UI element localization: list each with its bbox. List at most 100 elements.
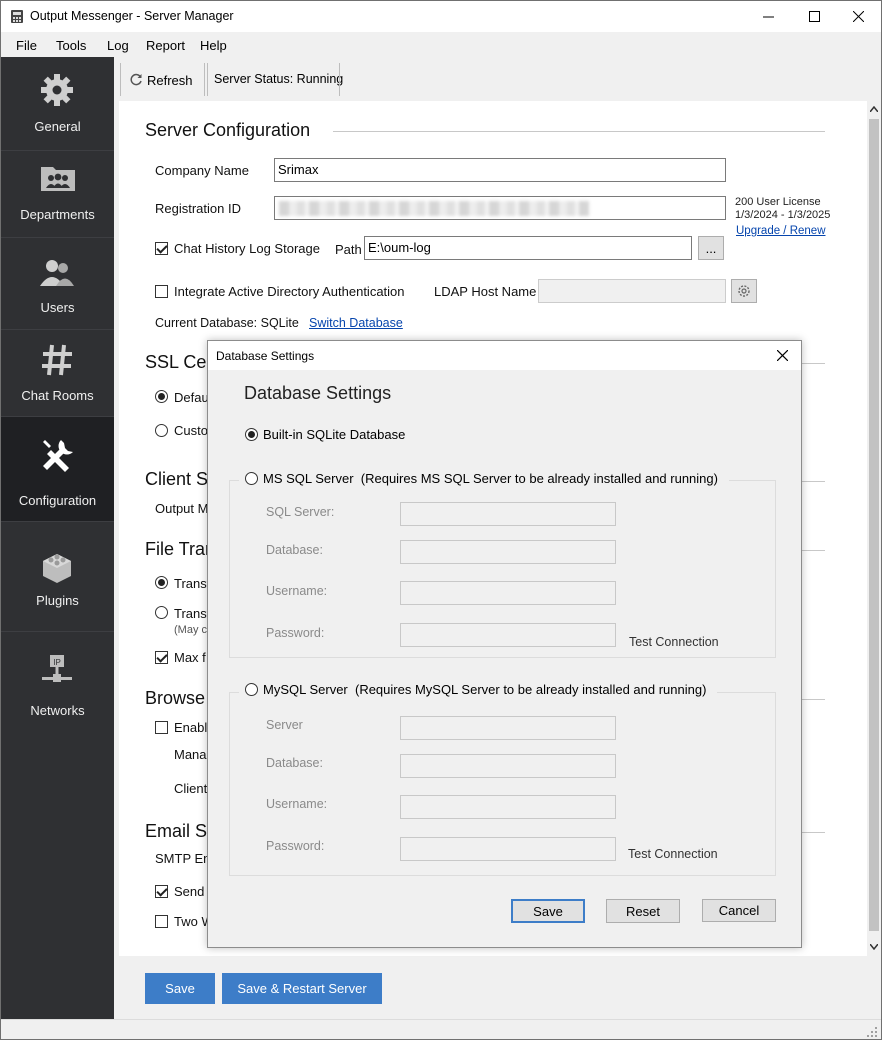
license-dates: 1/3/2024 - 1/3/2025 xyxy=(735,209,831,221)
menu-help[interactable]: Help xyxy=(200,38,227,53)
mssql-database-input[interactable] xyxy=(400,540,616,564)
sql-server-input[interactable] xyxy=(400,502,616,526)
menu-report[interactable]: Report xyxy=(146,38,185,53)
vertical-scrollbar[interactable] xyxy=(867,101,881,956)
section-divider xyxy=(801,363,825,364)
save-restart-button[interactable]: Save & Restart Server xyxy=(222,973,382,1004)
save-button[interactable]: Save xyxy=(145,973,215,1004)
minimize-icon xyxy=(762,16,774,18)
scroll-up-icon[interactable] xyxy=(870,106,878,112)
ssl-default-radio[interactable] xyxy=(155,390,168,403)
path-input[interactable]: E:\oum-log xyxy=(364,236,692,260)
sidebar-item-users[interactable]: Users xyxy=(1,238,114,330)
section-divider xyxy=(801,832,825,833)
browser-manager-label: Mana xyxy=(174,747,207,762)
maximize-button[interactable] xyxy=(791,1,837,32)
dialog-close-button[interactable] xyxy=(774,347,790,363)
maximize-icon xyxy=(808,11,820,22)
refresh-button[interactable]: Refresh xyxy=(129,71,193,89)
switch-database-link[interactable]: Switch Database xyxy=(309,316,403,330)
sidebar-item-configuration[interactable]: Configuration xyxy=(1,417,114,522)
mysql-password-input[interactable] xyxy=(400,837,616,861)
upgrade-renew-link[interactable]: Upgrade / Renew xyxy=(736,225,826,237)
section-title-browser: Browse xyxy=(145,688,206,708)
builtin-sqlite-radio[interactable] xyxy=(245,428,258,441)
scroll-down-icon[interactable] xyxy=(870,944,878,950)
minimize-button[interactable] xyxy=(745,1,791,32)
browse-button[interactable]: ... xyxy=(698,236,724,260)
section-title-server-configuration: Server Configuration xyxy=(145,120,311,140)
mysql-server-input[interactable] xyxy=(400,716,616,740)
sidebar-item-general[interactable]: General xyxy=(1,57,114,151)
departments-icon xyxy=(41,167,75,191)
hash-icon xyxy=(42,344,72,376)
company-name-input[interactable]: Srimax xyxy=(274,158,726,182)
menu-file[interactable]: File xyxy=(16,38,37,53)
mssql-radio[interactable] xyxy=(245,472,258,485)
file-transfer-radio-2[interactable] xyxy=(155,606,168,619)
browser-enable-checkbox[interactable] xyxy=(155,721,168,734)
ad-auth-checkbox[interactable] xyxy=(155,285,168,298)
users-icon xyxy=(40,260,74,286)
mssql-test-connection[interactable]: Test Connection xyxy=(629,635,719,649)
sidebar: General Departments Users Chat Rooms Con… xyxy=(1,57,114,1019)
section-title-file-transfer: File Trar xyxy=(145,539,212,559)
file-transfer-option-2: Transf xyxy=(174,606,211,621)
mssql-username-input[interactable] xyxy=(400,581,616,605)
mysql-username-input[interactable] xyxy=(400,795,616,819)
dialog-cancel-button[interactable]: Cancel xyxy=(702,899,776,922)
file-transfer-radio-1[interactable] xyxy=(155,576,168,589)
mssql-password-input[interactable] xyxy=(400,623,616,647)
toolbar-separator xyxy=(207,63,208,96)
mssql-username-label: Username: xyxy=(266,584,328,598)
dialog-heading: Database Settings xyxy=(244,383,392,403)
license-text: 200 User License xyxy=(735,196,821,208)
network-icon: IP xyxy=(42,655,72,682)
sidebar-item-plugins[interactable]: Plugins xyxy=(1,522,114,632)
blurred-registration-id xyxy=(279,201,589,216)
section-title-ssl: SSL Cer xyxy=(145,352,213,372)
close-button[interactable] xyxy=(835,1,881,32)
section-divider xyxy=(801,699,825,700)
email-send-checkbox[interactable] xyxy=(155,885,168,898)
dialog-save-button[interactable]: Save xyxy=(511,899,585,923)
registration-id-input[interactable] xyxy=(274,196,726,220)
menu-log[interactable]: Log xyxy=(107,38,129,53)
refresh-label: Refresh xyxy=(147,72,193,88)
sidebar-item-chat-rooms[interactable]: Chat Rooms xyxy=(1,330,114,417)
sidebar-item-departments[interactable]: Departments xyxy=(1,151,114,238)
sidebar-item-label: Chat Rooms xyxy=(21,388,94,403)
two-way-checkbox[interactable] xyxy=(155,915,168,928)
gear-icon xyxy=(738,285,750,297)
email-send-label: Send xyxy=(174,884,205,899)
resize-grip-icon[interactable] xyxy=(867,1027,877,1037)
ssl-custom-label: Custo xyxy=(174,423,208,438)
section-title-client: Client S xyxy=(145,469,209,489)
ssl-default-label: Defau xyxy=(174,390,209,405)
ssl-custom-radio[interactable] xyxy=(155,424,168,437)
scrollbar-thumb[interactable] xyxy=(869,119,879,931)
title-bar: Output Messenger - Server Manager xyxy=(1,1,881,32)
sidebar-item-label: Plugins xyxy=(36,593,79,608)
browser-client-label: Client xyxy=(174,781,208,796)
mysql-database-label: Database: xyxy=(266,756,323,770)
ldap-host-input[interactable] xyxy=(538,279,726,303)
window-title: Output Messenger - Server Manager xyxy=(30,9,234,23)
mysql-password-label: Password: xyxy=(266,839,325,853)
dialog-reset-button[interactable]: Reset xyxy=(606,899,680,923)
mysql-username-label: Username: xyxy=(266,797,328,811)
sidebar-item-label: Configuration xyxy=(18,493,97,508)
mysql-database-input[interactable] xyxy=(400,754,616,778)
svg-text:IP: IP xyxy=(53,658,61,667)
max-file-checkbox[interactable] xyxy=(155,651,168,664)
menu-tools[interactable]: Tools xyxy=(56,38,86,53)
mysql-radio[interactable] xyxy=(245,683,258,696)
chat-history-checkbox[interactable] xyxy=(155,242,168,255)
tools-icon xyxy=(43,440,73,472)
mysql-test-connection[interactable]: Test Connection xyxy=(628,847,718,861)
chat-history-label: Chat History Log Storage xyxy=(174,241,320,256)
gear-icon xyxy=(41,74,73,106)
toolbar-separator xyxy=(339,63,340,96)
sidebar-item-networks[interactable]: IP Networks xyxy=(1,632,114,737)
ldap-settings-button[interactable] xyxy=(731,279,757,303)
